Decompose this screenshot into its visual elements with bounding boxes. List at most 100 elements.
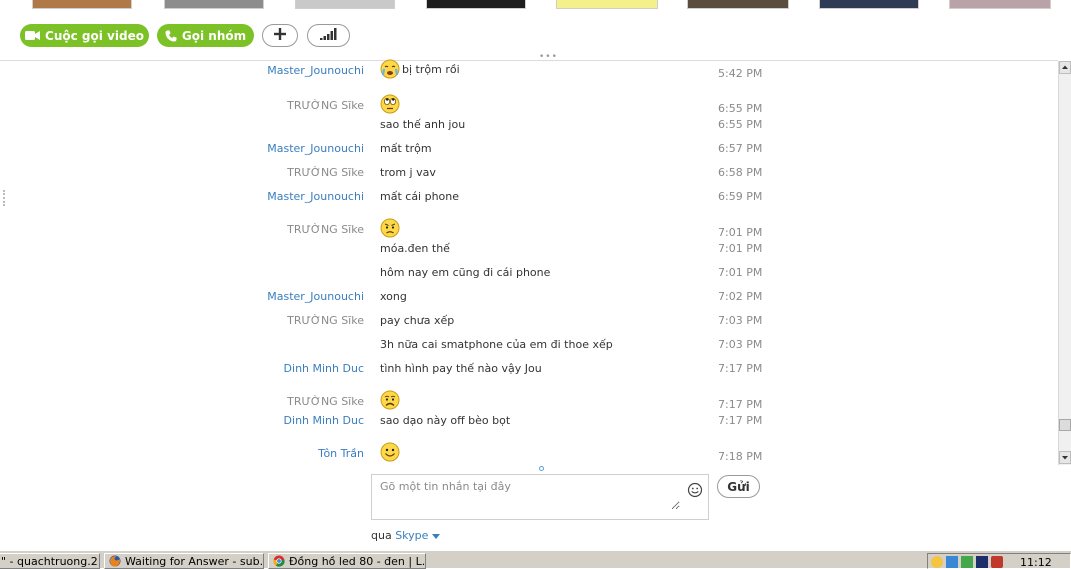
chat-message: Tôn Trần 7:18 PM [0,442,1058,464]
taskbar-item-skype[interactable]: " - quachtruong.2... [0,553,100,569]
thumbnail[interactable] [295,0,395,9]
firefox-icon [109,555,121,567]
thumbnail[interactable] [426,0,526,9]
message-text: mất cái phone [380,190,459,203]
message-time: 7:01 PM [718,242,763,255]
message-body: 3h nữa cai smatphone của em đi thoe xếp [380,338,613,351]
thumbnail[interactable] [687,0,789,9]
signal-bars-icon [319,28,338,43]
message-text: hôm nay em cũng đi cái phone [380,266,550,279]
message-text: sao thế anh jou [380,118,465,131]
message-sender[interactable]: Dinh Minh Duc [284,362,364,375]
thumbnail[interactable] [32,0,132,9]
message-text [380,442,400,462]
message-sender[interactable]: Master_Jounouchi [267,142,364,155]
message-text: 3h nữa cai smatphone của em đi thoe xếp [380,338,613,351]
message-text: bị trộm rồi [380,59,460,79]
via-label: qua [371,529,392,542]
message-body: bị trộm rồi [402,62,460,76]
message-time: 7:01 PM [718,226,763,239]
message-body: xong [380,290,407,303]
thumbnail[interactable] [819,0,919,9]
message-sender[interactable]: TRƯỜNG Sĩke [287,166,364,179]
message-text: trom j vav [380,166,436,179]
thumbnail[interactable] [164,0,264,9]
message-sender[interactable]: TRƯỜNG Sĩke [287,223,364,236]
tray-signal-icon[interactable] [961,556,973,568]
via-skype-link[interactable]: Skype [395,529,428,542]
thumbnail[interactable] [556,0,658,9]
taskbar-item-label: " - quachtruong.2... [1,554,100,568]
message-body: tình hình pay thế nào vậy Jou [380,362,542,375]
video-call-label: Cuộc gọi video [45,28,144,43]
message-time: 6:57 PM [718,142,763,155]
message-sender[interactable]: Master_Jounouchi [267,290,364,303]
message-time: 6:55 PM [718,118,763,131]
chat-message: Dinh Minh Duc sao dạo này off bèo bọt 7:17… [0,411,1058,431]
message-time: 7:01 PM [718,266,763,279]
message-sender[interactable]: TRƯỜNG Sĩke [287,314,364,327]
tray-network-icon[interactable] [946,556,958,568]
message-sender[interactable]: TRƯỜNG Sĩke [287,99,364,112]
message-sender[interactable]: Master_Jounouchi [267,64,364,77]
taskbar-item-chrome[interactable]: Đồng hồ led 80 - đen | L... [268,553,426,569]
chat-message: TRƯỜNG Sĩke pay chưa xếp 7:03 PM [0,311,1058,331]
message-time: 7:03 PM [718,338,763,351]
message-time: 5:42 PM [718,67,763,80]
scroll-thumb[interactable] [1059,419,1071,431]
taskbar-item-firefox[interactable]: Waiting for Answer - sub... [104,553,264,569]
chat-message: Master_Jounouchi mất cái phone 6:59 PM [0,187,1058,207]
taskbar-clock: 11:12 [1020,556,1052,569]
taskbar: " - quachtruong.2... Waiting for Answer … [0,550,1071,569]
arrow-up-icon [1062,65,1068,69]
message-text: mất trộm [380,142,432,155]
tray-app-icon[interactable] [976,556,988,568]
typing-indicator [539,466,544,471]
message-text: tình hình pay thế nào vậy Jou [380,362,542,375]
sad-emoji-icon [380,390,400,410]
message-time: 7:03 PM [718,314,763,327]
message-time: 6:59 PM [718,190,763,203]
scroll-up-button[interactable] [1059,61,1071,74]
tray-emoticon-icon[interactable] [931,556,943,568]
message-text [380,94,400,114]
tray-shield-icon[interactable] [991,556,1003,568]
video-camera-icon [25,30,41,41]
chat-message: sao thế anh jou 6:55 PM [0,115,1058,135]
message-body: mất cái phone [380,190,460,203]
message-body: móa.đen thế [380,242,450,255]
chrome-icon [273,555,285,567]
chevron-down-icon[interactable] [432,533,441,539]
chat-message: TRƯỜNG Sĩke 7:01 PM [0,218,1058,240]
message-sender[interactable]: Dinh Minh Duc [284,414,364,427]
message-body: sao thế anh jou [380,118,466,131]
message-body: mất trộm [380,142,432,155]
call-quality-button[interactable] [307,24,350,47]
message-body: trom j vav [380,166,436,179]
thumbnail-strip [0,0,1071,10]
add-button[interactable] [262,24,298,47]
thumbnail[interactable] [949,0,1051,9]
chat-message: Dinh Minh Duc tình hình pay thế nào vậy J… [0,359,1058,379]
video-call-button[interactable]: Cuộc gọi video [20,24,149,47]
message-sender[interactable]: Tôn Trần [318,447,364,460]
scroll-down-button[interactable] [1059,451,1071,464]
message-time: 6:55 PM [718,102,763,115]
message-compose-box[interactable] [371,474,709,520]
plus-icon [274,28,286,43]
message-sender[interactable]: TRƯỜNG Sĩke [287,395,364,408]
chat-scrollbar[interactable] [1058,61,1071,465]
group-call-button[interactable]: Gọi nhóm [157,24,254,47]
message-time: 7:17 PM [718,414,763,427]
message-text [380,218,400,238]
message-time: 7:18 PM [718,450,763,463]
chat-message: Master_Jounouchi bị trộm rồi 5:42 PM [0,59,1058,81]
message-text [380,390,400,410]
emoticon-picker-icon[interactable] [687,482,703,501]
send-button[interactable]: Gửi [717,475,760,498]
arrow-down-icon [1062,456,1068,460]
message-text: sao dạo này off bèo bọt [380,414,510,427]
message-input[interactable] [380,480,680,510]
smile-emoji-icon [380,442,400,462]
message-sender[interactable]: Master_Jounouchi [267,190,364,203]
